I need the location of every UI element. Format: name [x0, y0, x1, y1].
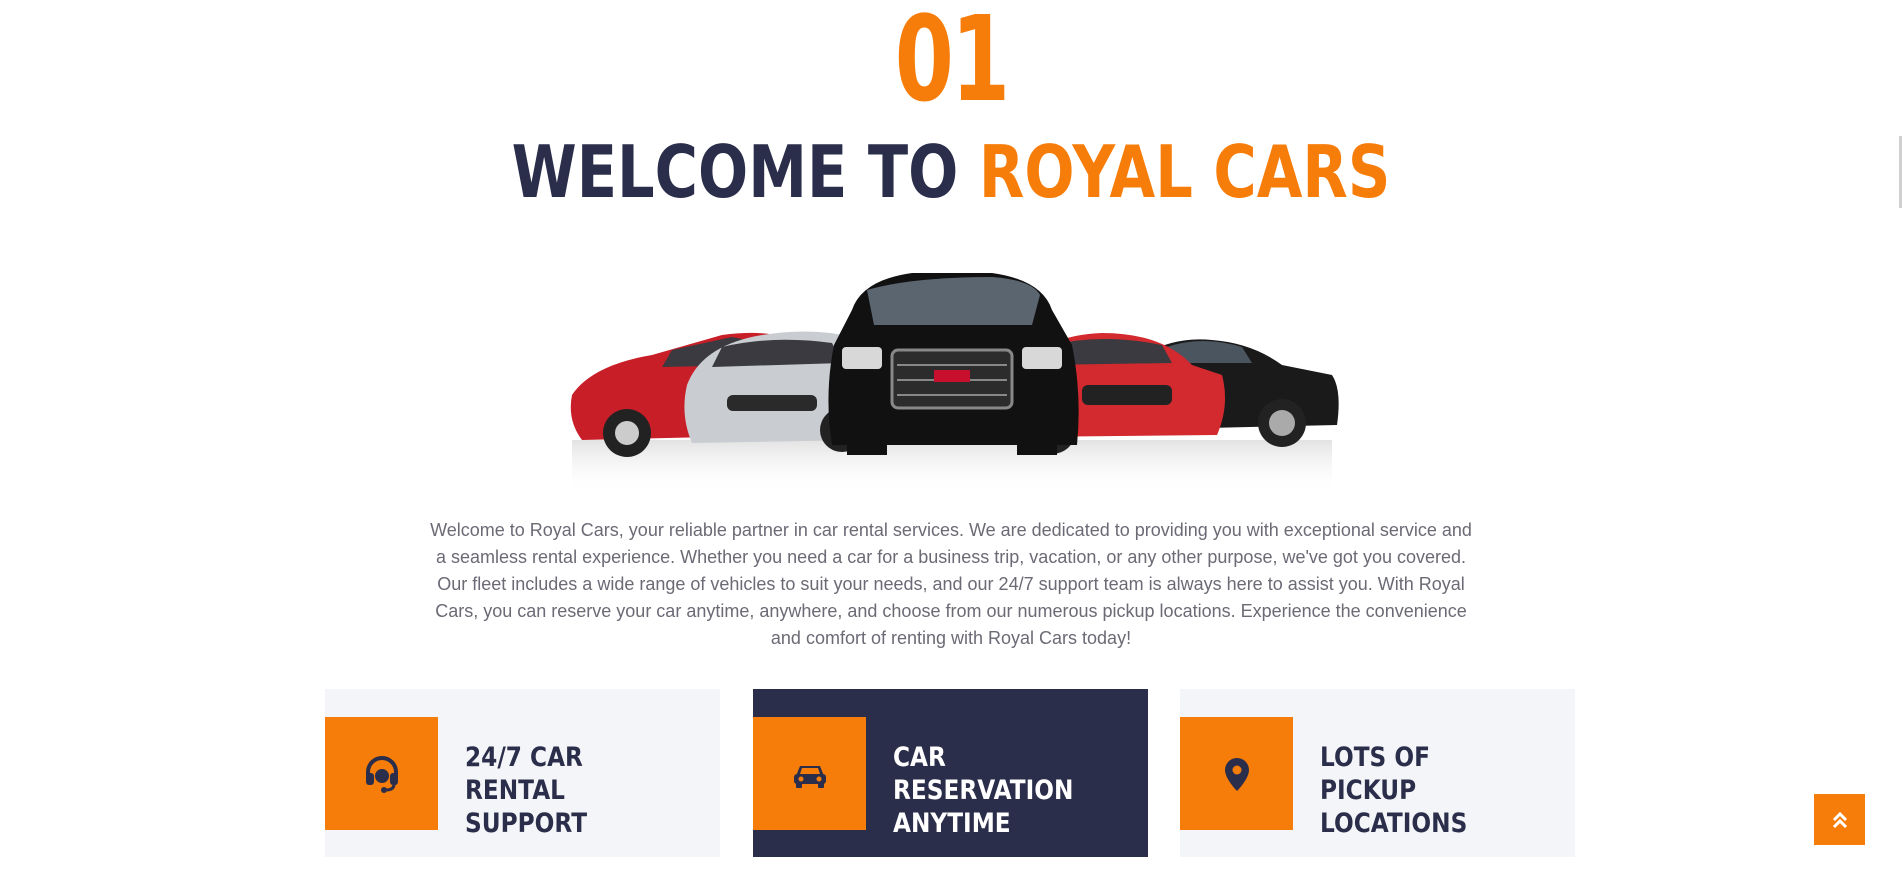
feature-icon-box: [325, 717, 438, 830]
feature-label: Car Reservation Anytime: [893, 742, 1074, 839]
headset-icon: [365, 755, 398, 793]
welcome-title: WELCOME TO ROYAL CARS: [171, 132, 1731, 212]
cars-image: [570, 273, 1339, 495]
black-suv: [828, 273, 1079, 455]
feature-label: Lots Of Pickup Locations: [1320, 742, 1468, 839]
double-chevron-up-icon: [1832, 811, 1847, 828]
feature-card-support: 24/7 Car Rental Support: [325, 689, 720, 857]
map-marker-icon: [1224, 757, 1249, 791]
section-number: 01: [894, 0, 1010, 128]
about-description: Welcome to Royal Cars, your reliable par…: [430, 520, 1472, 648]
welcome-title-part1: WELCOME TO: [511, 130, 959, 214]
car-icon: [793, 765, 826, 788]
feature-icon-box: [1180, 717, 1293, 830]
feature-card-locations: Lots Of Pickup Locations: [1180, 689, 1575, 857]
feature-label: 24/7 Car Rental Support: [465, 742, 588, 839]
back-to-top-button[interactable]: [1814, 794, 1865, 845]
feature-card-reservation: Car Reservation Anytime: [753, 689, 1148, 857]
feature-icon-box: [753, 717, 866, 830]
welcome-title-brand: ROYAL CARS: [978, 130, 1391, 214]
